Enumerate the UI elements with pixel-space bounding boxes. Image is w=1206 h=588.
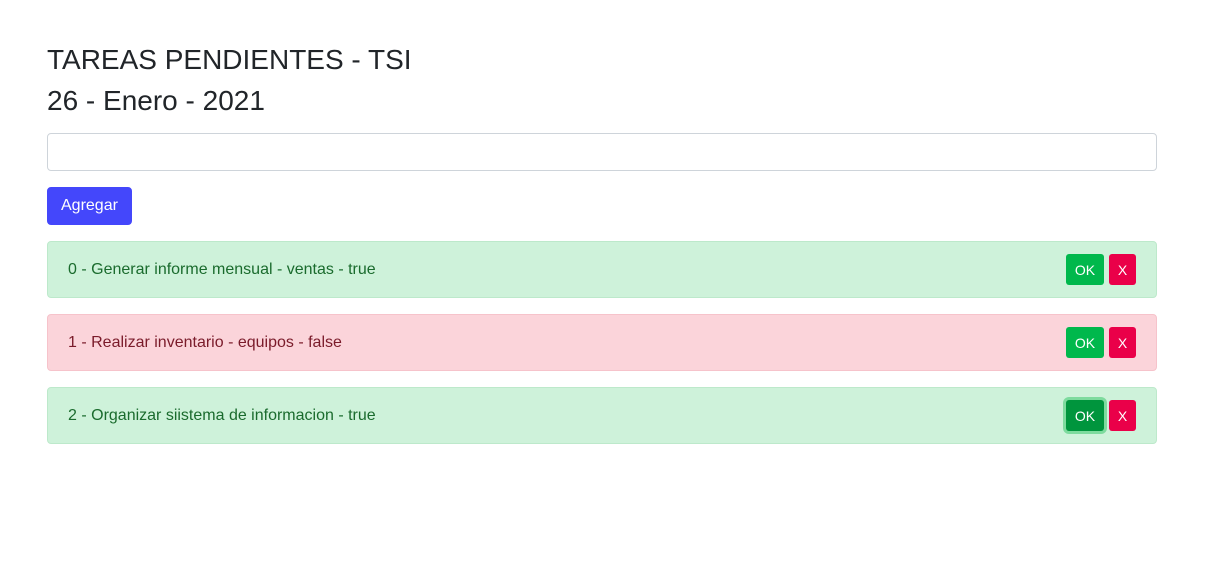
task-actions: OK X (1066, 327, 1136, 358)
delete-button[interactable]: X (1109, 400, 1136, 431)
task-item: 1 - Realizar inventario - equipos - fals… (47, 314, 1157, 371)
task-actions: OK X (1066, 400, 1136, 431)
task-list: 0 - Generar informe mensual - ventas - t… (47, 241, 1157, 444)
add-task-button[interactable]: Agregar (47, 187, 132, 225)
ok-button[interactable]: OK (1066, 327, 1104, 358)
delete-button[interactable]: X (1109, 327, 1136, 358)
task-text: 2 - Organizar siistema de informacion - … (68, 406, 376, 424)
task-text: 0 - Generar informe mensual - ventas - t… (68, 260, 376, 278)
delete-button[interactable]: X (1109, 254, 1136, 285)
task-input[interactable] (47, 133, 1157, 171)
task-text: 1 - Realizar inventario - equipos - fals… (68, 333, 342, 351)
task-item: 0 - Generar informe mensual - ventas - t… (47, 241, 1157, 298)
app-container: TAREAS PENDIENTES - TSI 26 - Enero - 202… (47, 44, 1157, 460)
page-date: 26 - Enero - 2021 (47, 85, 265, 116)
task-item: 2 - Organizar siistema de informacion - … (47, 387, 1157, 444)
task-actions: OK X (1066, 254, 1136, 285)
ok-button[interactable]: OK (1066, 254, 1104, 285)
page-title: TAREAS PENDIENTES - TSI (47, 44, 412, 75)
ok-button[interactable]: OK (1066, 400, 1104, 431)
